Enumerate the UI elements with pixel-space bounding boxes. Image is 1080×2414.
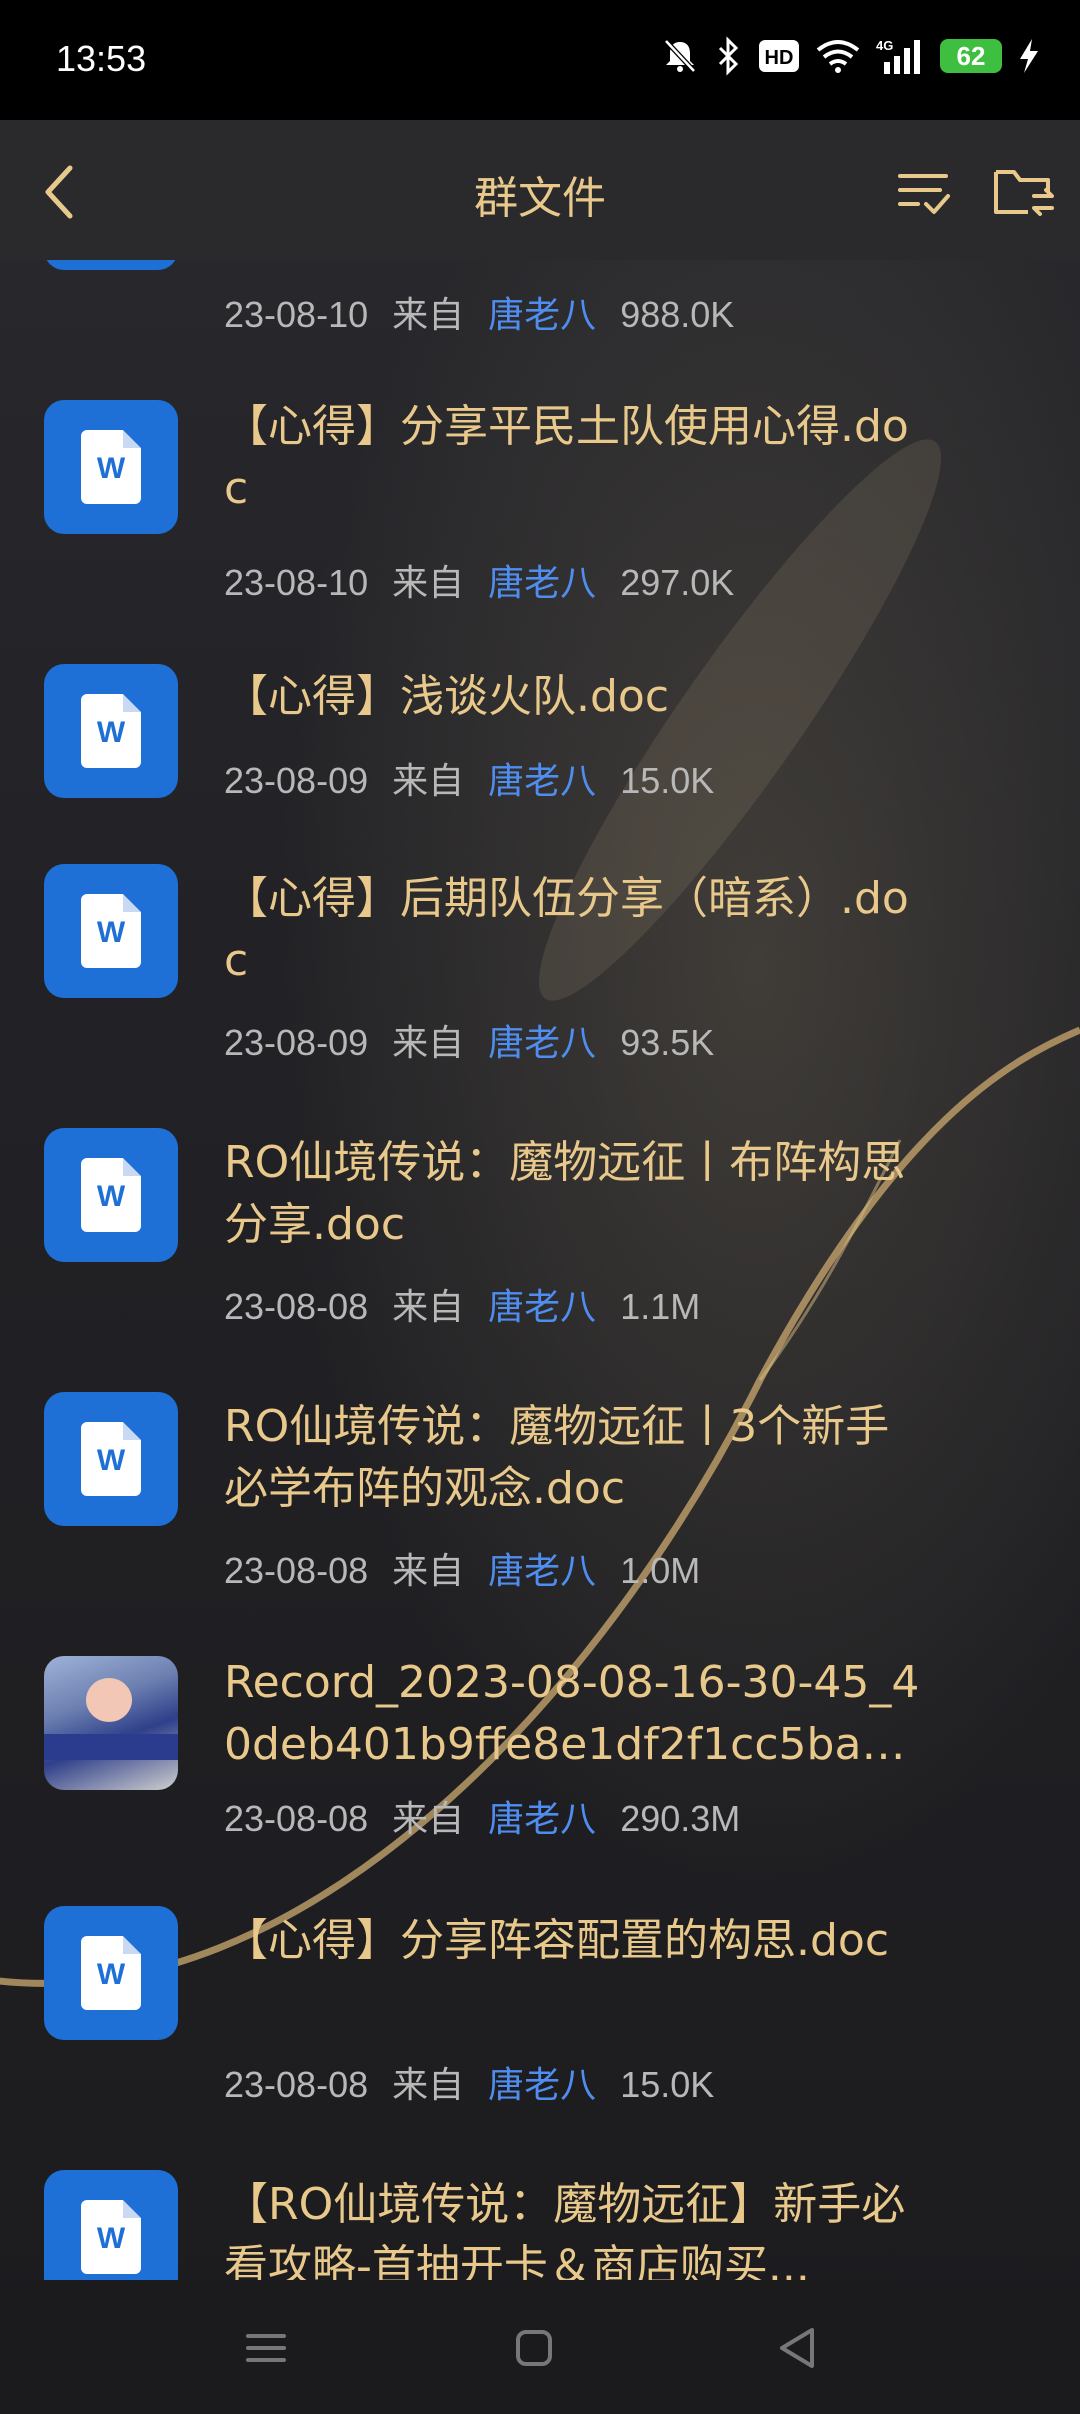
mute-bell-icon — [664, 39, 696, 73]
file-size: 988.0K — [620, 294, 735, 335]
status-time: 13:53 — [56, 38, 147, 79]
file-sender[interactable]: 唐老八 — [488, 562, 596, 603]
from-label: 来自 — [392, 562, 465, 603]
bluetooth-icon — [718, 36, 739, 76]
file-name: 【心得】浅谈火队.doc — [224, 671, 670, 722]
system-nav-bar — [0, 2280, 1080, 2414]
file-date: 23-08-08 — [224, 2064, 369, 2105]
charging-bolt-icon — [1020, 39, 1038, 73]
from-label: 来自 — [392, 1798, 465, 1839]
status-icons: HD 4G 62 — [660, 36, 1040, 76]
word-doc-icon: W — [44, 1906, 178, 2040]
file-size: 15.0K — [620, 2064, 715, 2105]
file-meta: 23-08-09 来自 唐老八 93.5K — [224, 1014, 728, 1066]
word-doc-icon — [44, 260, 178, 270]
file-meta: 23-08-09 来自 唐老八 15.0K — [224, 752, 728, 804]
file-size: 297.0K — [620, 562, 735, 603]
file-name: Record_2023-08-08-16-30-45_40deb401b9ffe… — [224, 1657, 920, 1770]
video-thumbnail — [44, 1656, 178, 1790]
file-sender[interactable]: 唐老八 — [488, 2064, 596, 2105]
file-date: 23-08-10 — [224, 562, 369, 603]
from-label: 来自 — [392, 2064, 465, 2105]
file-date: 23-08-09 — [224, 1022, 369, 1063]
from-label: 来自 — [392, 1550, 465, 1591]
status-bar: 13:53 HD 4G 62 — [0, 0, 1080, 120]
file-meta: 23-08-08 来自 唐老八 15.0K — [224, 2056, 728, 2108]
file-sender[interactable]: 唐老八 — [488, 760, 596, 801]
sort-check-icon[interactable] — [896, 164, 952, 220]
file-size: 290.3M — [620, 1798, 741, 1839]
file-size: 1.1M — [620, 1286, 701, 1327]
svg-text:4G: 4G — [876, 38, 893, 53]
file-size: 15.0K — [620, 760, 715, 801]
wifi-icon — [816, 40, 860, 73]
file-meta: 23-08-10 来自 唐老八 297.0K — [224, 554, 748, 606]
file-name: 【心得】分享平民土队使用心得.doc — [224, 401, 909, 514]
file-size: 1.0M — [620, 1550, 701, 1591]
file-date: 23-08-10 — [224, 294, 369, 335]
file-list: 23-08-10 来自 唐老八 988.0K W 【心得】分享平民土队使用心得.… — [0, 260, 1080, 2280]
word-doc-icon: W — [44, 2170, 178, 2280]
file-name: RO仙境传说：魔物远征丨布阵构思分享.doc — [224, 1137, 906, 1250]
signal-4g-icon: 4G — [876, 38, 920, 74]
file-meta: 23-08-08 来自 唐老八 1.1M — [224, 1278, 714, 1330]
file-size: 93.5K — [620, 1022, 715, 1063]
folder-transfer-icon[interactable] — [992, 162, 1056, 222]
word-doc-icon: W — [44, 864, 178, 998]
file-date: 23-08-08 — [224, 1550, 369, 1591]
file-name: RO仙境传说：魔物远征丨3个新手必学布阵的观念.doc — [224, 1401, 890, 1514]
word-doc-icon: W — [44, 664, 178, 798]
file-date: 23-08-08 — [224, 1286, 369, 1327]
file-name: 【心得】分享阵容配置的构思.doc — [224, 1915, 890, 1966]
hd-icon: HD — [759, 40, 799, 72]
back-triangle-icon[interactable] — [770, 2320, 826, 2376]
file-name: 【RO仙境传说：魔物远征】新手必看攻略-首抽开卡＆商店购买... — [224, 2179, 906, 2280]
from-label: 来自 — [392, 1022, 465, 1063]
word-doc-icon: W — [44, 1392, 178, 1526]
file-sender[interactable]: 唐老八 — [488, 1550, 596, 1591]
file-sender[interactable]: 唐老八 — [488, 1286, 596, 1327]
word-doc-icon: W — [44, 400, 178, 534]
file-date: 23-08-08 — [224, 1798, 369, 1839]
from-label: 来自 — [392, 1286, 465, 1327]
app-header: 群文件 — [0, 120, 1080, 260]
file-sender[interactable]: 唐老八 — [488, 1798, 596, 1839]
file-name: 【心得】后期队伍分享（暗系）.doc — [224, 873, 909, 986]
file-meta: 23-08-08 来自 唐老八 1.0M — [224, 1542, 714, 1594]
menu-icon[interactable] — [238, 2320, 294, 2376]
file-meta: 23-08-08 来自 唐老八 290.3M — [224, 1790, 754, 1842]
file-sender[interactable]: 唐老八 — [488, 294, 596, 335]
home-icon[interactable] — [506, 2320, 562, 2376]
from-label: 来自 — [392, 760, 465, 801]
word-doc-icon: W — [44, 1128, 178, 1262]
file-meta: 23-08-10 来自 唐老八 988.0K — [224, 286, 748, 338]
file-sender[interactable]: 唐老八 — [488, 1022, 596, 1063]
battery-indicator: 62 — [940, 39, 1002, 73]
from-label: 来自 — [392, 294, 465, 335]
file-date: 23-08-09 — [224, 760, 369, 801]
svg-text:HD: HD — [765, 47, 794, 69]
